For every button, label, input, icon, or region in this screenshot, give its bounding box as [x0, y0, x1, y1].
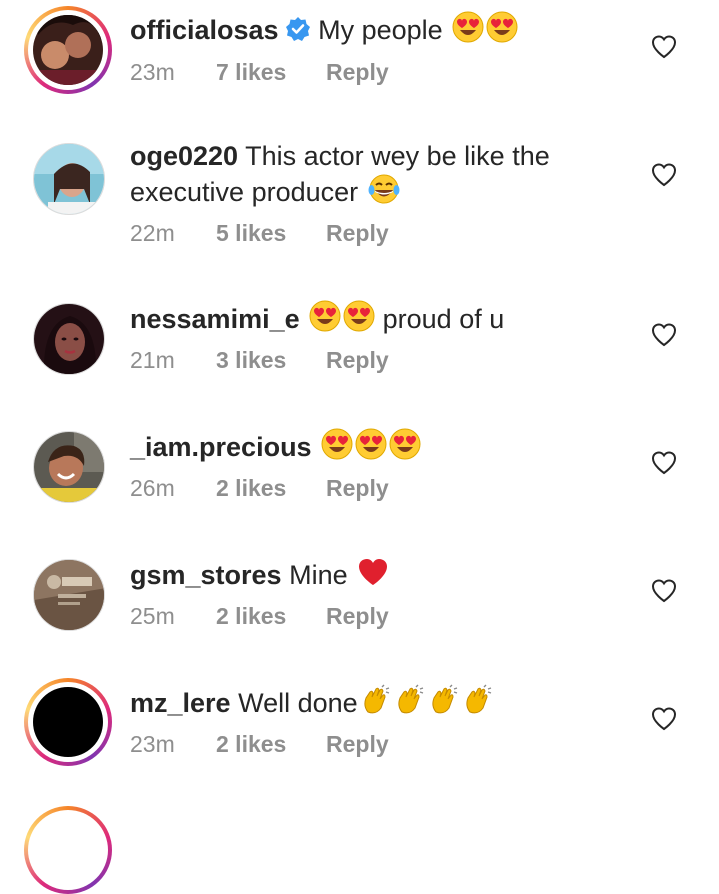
reply-button[interactable]: Reply: [326, 474, 389, 502]
avatar-container[interactable]: [24, 134, 112, 222]
heart-eyes-emoji-icon: [389, 428, 421, 468]
comment-time: 22m: [130, 220, 175, 246]
comment-likes[interactable]: 3 likes: [216, 346, 326, 374]
avatar: [33, 431, 105, 503]
avatar: [33, 143, 105, 215]
like-heart-icon[interactable]: [650, 577, 678, 605]
comment-likes[interactable]: 2 likes: [216, 730, 326, 758]
reply-button[interactable]: Reply: [326, 346, 389, 374]
comment-username[interactable]: _iam.precious: [130, 432, 312, 462]
comment-meta: 23m 7 likes Reply: [130, 58, 389, 86]
avatar-container[interactable]: [24, 422, 112, 510]
heart-eyes-emoji-icon: [309, 300, 341, 340]
comment-likes[interactable]: 7 likes: [216, 58, 326, 86]
avatar-container[interactable]: [24, 550, 112, 638]
clapping-hands-emoji-icon: [428, 684, 460, 724]
like-heart-icon[interactable]: [650, 321, 678, 349]
comment-body: Mine: [289, 560, 348, 590]
reply-button[interactable]: Reply: [326, 602, 389, 630]
like-heart-icon[interactable]: [650, 449, 678, 477]
avatar-story-ring[interactable]: [24, 678, 112, 766]
comment-body: Well done: [238, 688, 358, 718]
comment-likes[interactable]: 5 likes: [216, 219, 326, 247]
comment-time: 26m: [130, 475, 175, 501]
tears-of-joy-emoji-icon: [368, 173, 400, 213]
comment-username[interactable]: gsm_stores: [130, 560, 282, 590]
reply-button[interactable]: Reply: [326, 730, 389, 758]
comment-text: gsm_stores Mine: [130, 556, 610, 596]
red-heart-emoji-icon: [357, 556, 389, 596]
comment-body: proud of u: [382, 304, 505, 334]
clapping-hands-emoji-icon: [394, 684, 426, 724]
avatar-story-ring[interactable]: [24, 6, 112, 94]
comment-time: 23m: [130, 59, 175, 85]
comment-text: oge0220 This actor wey be like the execu…: [130, 140, 610, 213]
clapping-hands-emoji-icon: [462, 684, 494, 724]
like-heart-icon[interactable]: [650, 705, 678, 733]
avatar: [33, 687, 103, 757]
avatar-container[interactable]: [24, 294, 112, 382]
avatar: [33, 559, 105, 631]
reply-button[interactable]: Reply: [326, 58, 389, 86]
comment-text: nessamimi_e proud of u: [130, 300, 610, 340]
like-heart-icon[interactable]: [650, 33, 678, 61]
verified-badge-icon: [285, 16, 311, 50]
heart-eyes-emoji-icon: [486, 11, 518, 51]
like-heart-icon[interactable]: [650, 161, 678, 189]
comment-time: 23m: [130, 731, 175, 757]
heart-eyes-emoji-icon: [343, 300, 375, 340]
clapping-hands-emoji-icon: [360, 684, 392, 724]
comment-username[interactable]: mz_lere: [130, 688, 231, 718]
comment-username[interactable]: oge0220: [130, 141, 238, 171]
comment-meta: 21m 3 likes Reply: [130, 346, 389, 374]
comment-meta: 26m 2 likes Reply: [130, 474, 389, 502]
heart-eyes-emoji-icon: [321, 428, 353, 468]
comment-username[interactable]: officialosas: [130, 15, 279, 45]
comment-body: My people: [318, 15, 443, 45]
comment-likes[interactable]: 2 likes: [216, 474, 326, 502]
comment-text: _iam.precious: [130, 428, 610, 468]
avatar-story-ring[interactable]: [24, 806, 112, 894]
avatar: [33, 15, 103, 85]
heart-eyes-emoji-icon: [355, 428, 387, 468]
comment-meta: 25m 2 likes Reply: [130, 602, 389, 630]
comment-meta: 22m 5 likes Reply: [130, 219, 389, 247]
comment-time: 21m: [130, 347, 175, 373]
reply-button[interactable]: Reply: [326, 219, 389, 247]
avatar: [33, 303, 105, 375]
comment-meta: 23m 2 likes Reply: [130, 730, 389, 758]
comment-likes[interactable]: 2 likes: [216, 602, 326, 630]
heart-eyes-emoji-icon: [452, 11, 484, 51]
comment-text: officialosas My people: [130, 11, 610, 51]
comment-time: 25m: [130, 603, 175, 629]
comment-text: mz_lere Well done: [130, 684, 610, 724]
comment-username[interactable]: nessamimi_e: [130, 304, 300, 334]
